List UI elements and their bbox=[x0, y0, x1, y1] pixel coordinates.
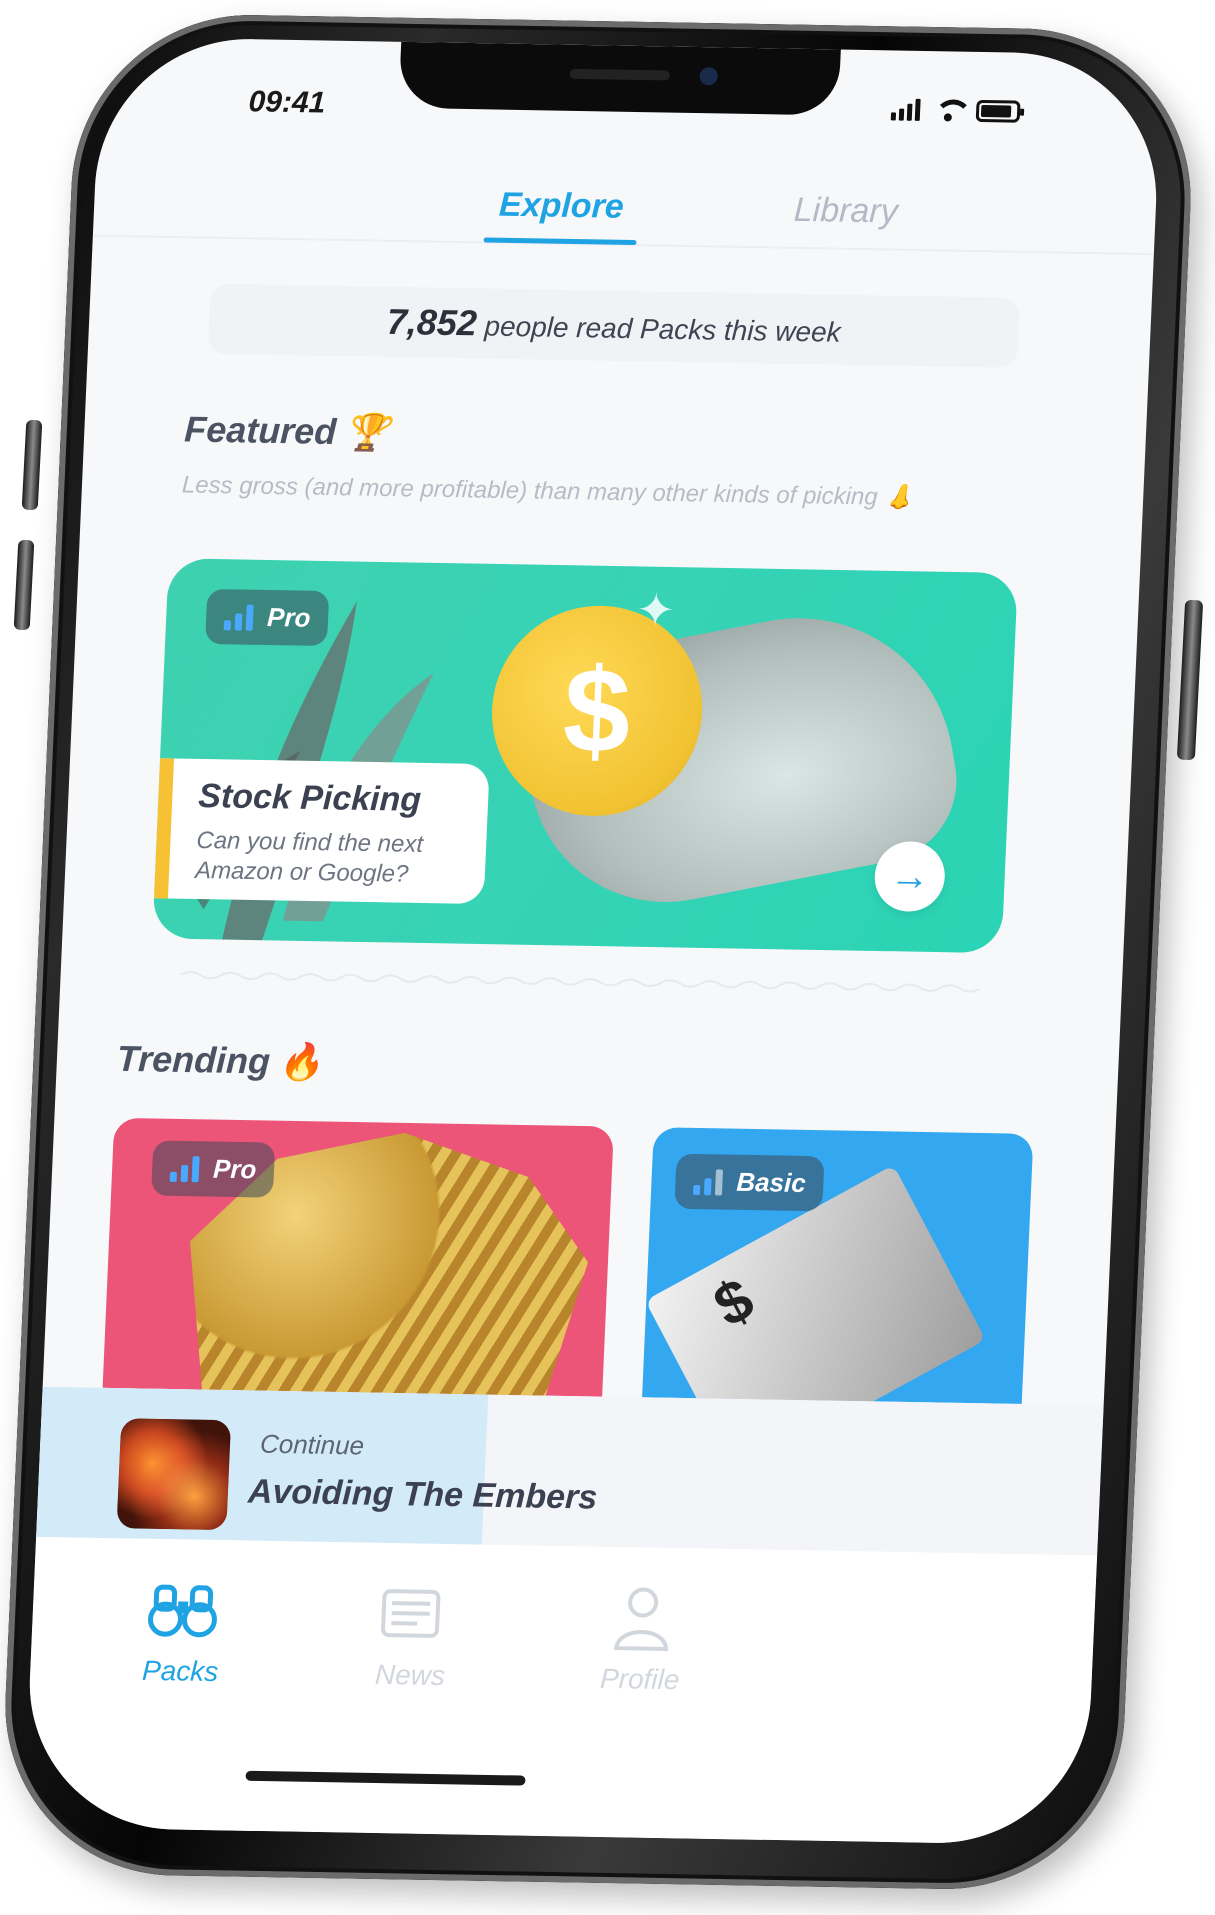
level-label: Basic bbox=[735, 1166, 807, 1198]
trending-card-money[interactable]: Basic bbox=[642, 1127, 1034, 1404]
status-time: 09:41 bbox=[247, 85, 327, 120]
tab-library[interactable]: Library bbox=[793, 191, 898, 232]
featured-card-title: Stock Picking bbox=[197, 776, 422, 819]
status-icons bbox=[890, 98, 1021, 123]
nav-profile-label: Profile bbox=[599, 1662, 681, 1696]
embers-thumbnail bbox=[116, 1418, 232, 1531]
bottom-nav: Packs News Profile bbox=[23, 1536, 1098, 1846]
featured-subtitle: Less gross (and more profitable) than ma… bbox=[181, 471, 915, 512]
sparkle-icon: ✦ bbox=[635, 583, 677, 637]
notch bbox=[398, 41, 841, 116]
difficulty-bars-icon bbox=[169, 1155, 200, 1182]
readers-count: 7,852 bbox=[386, 300, 478, 344]
featured-card-info: Stock Picking Can you find the next Amaz… bbox=[153, 758, 490, 905]
weekly-readers-banner: 7,852 people read Packs this week bbox=[207, 283, 1020, 368]
trending-heading-text: Trending bbox=[116, 1037, 272, 1082]
fire-icon: 🔥 bbox=[277, 1040, 324, 1083]
featured-card-description: Can you find the next Amazon or Google? bbox=[194, 826, 424, 888]
level-label: Pro bbox=[266, 602, 312, 633]
newspaper-icon bbox=[331, 1572, 494, 1655]
wavy-divider bbox=[180, 971, 981, 993]
cellular-signal-icon bbox=[890, 98, 921, 121]
featured-pack-card[interactable]: $ ✦ Pro Stock Picking Can you find the n… bbox=[152, 558, 1018, 954]
difficulty-bars-icon bbox=[223, 604, 254, 631]
front-camera bbox=[699, 67, 719, 86]
wifi-icon bbox=[934, 99, 963, 121]
arrow-right-icon: → bbox=[888, 853, 931, 899]
trophy-icon: 🏆 bbox=[343, 411, 390, 453]
level-badge: Pro bbox=[205, 588, 330, 647]
level-badge: Basic bbox=[674, 1153, 825, 1212]
difficulty-bars-icon bbox=[692, 1168, 724, 1195]
speaker-grille bbox=[569, 68, 670, 81]
volume-down-button bbox=[13, 539, 35, 631]
continue-title: Avoiding The Embers bbox=[247, 1472, 599, 1517]
featured-heading: Featured 🏆 bbox=[183, 408, 390, 454]
continue-progress-fill bbox=[36, 1386, 489, 1545]
volume-up-button bbox=[21, 419, 43, 511]
marketing-mockup: 09:41 Explore Library 7,852 people read … bbox=[0, 0, 1215, 1915]
nav-profile[interactable]: Profile bbox=[559, 1576, 724, 1697]
nav-packs[interactable]: Packs bbox=[100, 1568, 265, 1689]
phone-screen: 09:41 Explore Library 7,852 people read … bbox=[23, 36, 1163, 1846]
trending-heading: Trending 🔥 bbox=[116, 1038, 324, 1084]
continue-reading-bar[interactable]: Continue Avoiding The Embers bbox=[36, 1386, 1104, 1556]
tab-explore[interactable]: Explore bbox=[498, 186, 624, 227]
readers-text: people read Packs this week bbox=[483, 310, 842, 348]
level-label: Pro bbox=[212, 1153, 258, 1185]
power-button bbox=[1176, 599, 1204, 761]
continue-label: Continue bbox=[259, 1428, 365, 1461]
status-bar: 09:41 bbox=[96, 37, 1162, 176]
binoculars-icon bbox=[101, 1568, 264, 1651]
coin-symbol: $ bbox=[560, 643, 634, 779]
level-badge: Pro bbox=[150, 1140, 276, 1198]
nav-news[interactable]: News bbox=[329, 1572, 494, 1693]
featured-heading-text: Featured bbox=[183, 408, 338, 453]
top-tab-bar: Explore Library bbox=[92, 156, 1158, 256]
open-pack-button[interactable]: → bbox=[873, 840, 947, 913]
person-icon bbox=[561, 1576, 724, 1659]
battery-icon bbox=[975, 99, 1021, 123]
nav-packs-label: Packs bbox=[141, 1654, 220, 1688]
nav-news-label: News bbox=[374, 1658, 446, 1692]
trending-card-dragon[interactable]: Pro bbox=[102, 1117, 614, 1397]
